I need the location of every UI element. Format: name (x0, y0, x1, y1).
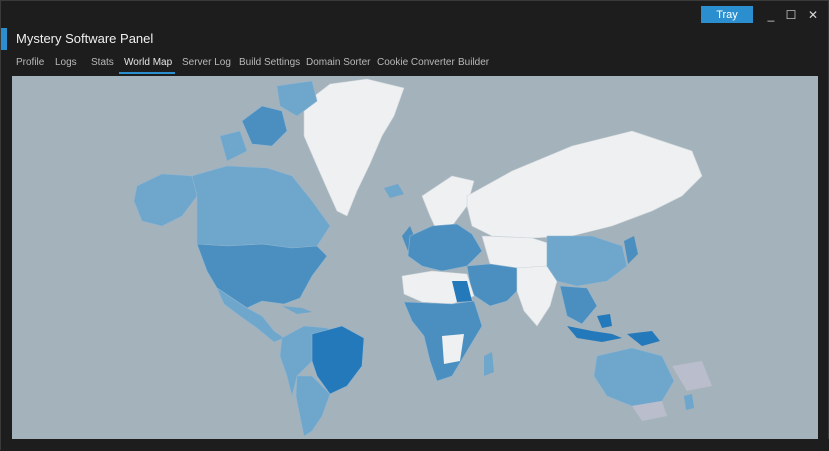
tray-button[interactable]: Tray (701, 6, 753, 23)
tab-server-log[interactable]: Server Log (182, 55, 231, 70)
window-title: Mystery Software Panel (16, 31, 154, 46)
app-window: Tray _ ☐ ✕ Mystery Software Panel Profil… (0, 0, 829, 451)
tab-bar: Profile Logs Stats World Map Server Log … (1, 55, 829, 73)
title-accent-bar (1, 28, 7, 50)
status-strip (1, 439, 829, 451)
world-map[interactable] (12, 76, 818, 439)
tab-cookie-converter[interactable]: Cookie Converter (377, 55, 455, 70)
tab-builder[interactable]: Builder (458, 55, 489, 70)
tab-stats[interactable]: Stats (91, 55, 114, 70)
tab-logs[interactable]: Logs (55, 55, 77, 70)
tab-domain-sorter[interactable]: Domain Sorter (306, 55, 370, 70)
minimize-icon[interactable]: _ (761, 5, 781, 25)
active-tab-indicator (119, 72, 175, 74)
world-map-svg[interactable] (12, 76, 818, 439)
tab-profile[interactable]: Profile (16, 55, 44, 70)
tab-world-map[interactable]: World Map (124, 55, 172, 70)
maximize-icon[interactable]: ☐ (781, 5, 801, 25)
tab-build-settings[interactable]: Build Settings (239, 55, 300, 70)
close-icon[interactable]: ✕ (803, 5, 823, 25)
